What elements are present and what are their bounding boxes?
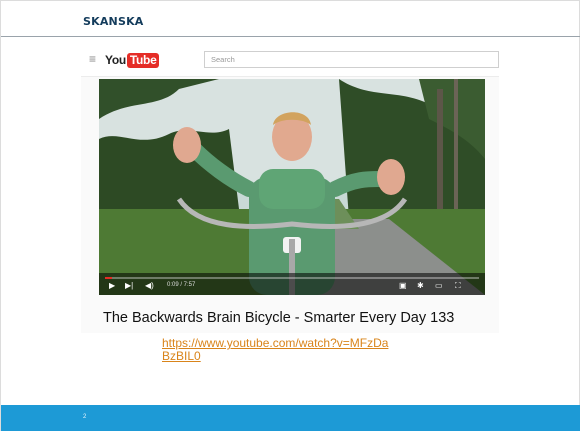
- header-rule: [1, 36, 580, 37]
- youtube-logo-you: You: [105, 53, 126, 67]
- youtube-link[interactable]: https://www.youtube.com/watch?v=MFzDaBzB…: [162, 337, 392, 363]
- video-player[interactable]: ▶ ▶| ◀) 0:09 / 7:57 ▣ ✱ ▭ ⛶: [99, 79, 485, 295]
- footer-bar: 2: [1, 405, 580, 431]
- search-input[interactable]: Search: [204, 51, 499, 68]
- play-icon[interactable]: ▶: [109, 281, 115, 291]
- volume-icon[interactable]: ◀): [145, 281, 154, 291]
- subtitles-icon[interactable]: ▣: [399, 281, 407, 291]
- youtube-header: ≡ You Tube Search: [81, 43, 499, 77]
- theater-icon[interactable]: ▭: [435, 281, 443, 291]
- video-frame: [99, 79, 485, 295]
- youtube-logo[interactable]: You Tube: [105, 52, 160, 68]
- youtube-screenshot: ≡ You Tube Search ▶ ▶| ◀) 0:09 / 7:57 ▣ …: [81, 43, 499, 333]
- presentation-slide: SKANSKA ≡ You Tube Search ▶ ▶| ◀) 0:09 /…: [0, 0, 580, 431]
- video-title[interactable]: The Backwards Brain Bicycle - Smarter Ev…: [103, 310, 454, 326]
- next-icon[interactable]: ▶|: [125, 281, 133, 291]
- page-number: 2: [83, 414, 87, 420]
- video-time: 0:09 / 7:57: [167, 282, 196, 288]
- youtube-logo-tube: Tube: [126, 52, 160, 68]
- video-controls[interactable]: ▶ ▶| ◀) 0:09 / 7:57 ▣ ✱ ▭ ⛶: [99, 273, 485, 295]
- progress-fill: [105, 277, 113, 279]
- brand-logo: SKANSKA: [83, 15, 144, 28]
- settings-icon[interactable]: ✱: [417, 281, 424, 291]
- progress-bar[interactable]: [105, 277, 479, 279]
- fullscreen-icon[interactable]: ⛶: [455, 281, 461, 291]
- menu-icon[interactable]: ≡: [89, 53, 96, 65]
